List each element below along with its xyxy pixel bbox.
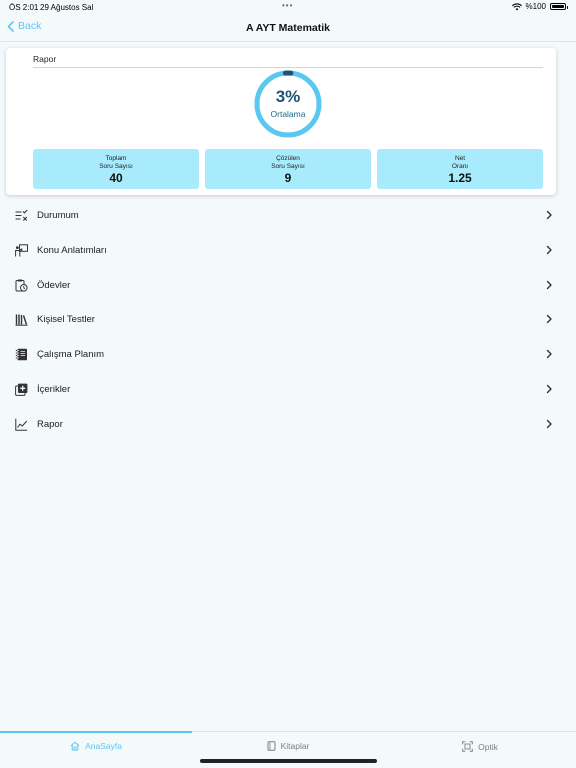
stat-value: 1.25 <box>448 171 472 185</box>
tab-label: Optik <box>478 741 498 752</box>
checklist-icon <box>15 209 28 221</box>
chevron-right-icon <box>546 315 552 324</box>
menu-item-kisisel-testler[interactable]: Kişisel Testler <box>0 302 576 337</box>
add-content-icon <box>15 383 28 396</box>
stat-label-line1: Net <box>454 155 466 162</box>
menu-label: Konu Anlatımları <box>37 244 107 256</box>
report-title: Rapor <box>33 54 57 64</box>
stat-label-line1: Toplam <box>105 155 127 162</box>
books-icon <box>15 314 28 327</box>
tab-label: AnaSayfa <box>85 741 122 751</box>
stat-label-line2: Soru Sayısı <box>99 163 133 170</box>
menu-label: Durumum <box>37 210 79 221</box>
report-card: Rapor 3% Ortalama Toplam Soru Sayısı 40 … <box>6 48 556 195</box>
wifi-icon <box>511 2 522 10</box>
menu-item-konu-anlatimlari[interactable]: Konu Anlatımları <box>0 233 576 268</box>
tab-label: Kitaplar <box>280 741 310 751</box>
scan-icon <box>462 741 473 752</box>
menu-item-calisma-planim[interactable]: Çalışma Planım <box>0 337 576 372</box>
status-bar: ÖS 2:01 29 Ağustos Sal ••• %100 <box>0 0 576 14</box>
stat-total-questions: Toplam Soru Sayısı 40 <box>33 149 199 189</box>
chevron-right-icon <box>546 419 552 428</box>
tab-optik[interactable]: Optik <box>384 741 576 752</box>
notebook-icon <box>15 348 27 361</box>
menu-item-rapor[interactable]: Rapor <box>0 407 576 442</box>
status-time: ÖS 2:01 <box>9 3 39 12</box>
status-date: 29 Ağustos Sal <box>40 3 94 12</box>
battery-percent: %100 <box>525 2 546 11</box>
tab-kitaplar[interactable]: Kitaplar <box>192 741 384 751</box>
status-indicators: %100 <box>511 2 568 11</box>
multitasking-dots-icon[interactable]: ••• <box>282 1 293 10</box>
menu-label: Çalışma Planım <box>37 349 105 361</box>
menu-label: İçerikler <box>37 383 71 395</box>
home-indicator <box>200 759 377 763</box>
book-icon <box>267 741 276 751</box>
nav-bar: Back A AYT Matematik <box>0 14 576 42</box>
menu-item-durumum[interactable]: Durumum <box>0 198 576 233</box>
average-label: Ortalama <box>270 109 306 119</box>
chevron-right-icon <box>546 349 552 359</box>
page-title: A AYT Matematik <box>245 22 331 34</box>
home-icon <box>70 741 80 751</box>
menu-item-odevler[interactable]: Ödevler <box>0 268 576 303</box>
stat-value: 40 <box>109 171 123 185</box>
menu-label: Ödevler <box>37 279 71 291</box>
menu-item-icerikler[interactable]: İçerikler <box>0 372 576 407</box>
line-chart-icon <box>15 418 28 431</box>
menu-label: Rapor <box>37 418 63 430</box>
chevron-right-icon <box>546 280 552 289</box>
average-ring: 3% Ortalama <box>253 69 323 139</box>
chevron-right-icon <box>546 245 552 254</box>
chevron-right-icon <box>546 384 552 394</box>
menu-label: Kişisel Testler <box>37 314 95 326</box>
chevron-right-icon <box>546 210 552 220</box>
stat-label-line2: Oranı <box>451 163 469 170</box>
stat-label-line2: Soru Sayısı <box>271 163 305 170</box>
presentation-icon <box>15 244 28 257</box>
battery-icon <box>550 3 568 10</box>
stat-net-ratio: Net Oranı 1.25 <box>377 149 543 189</box>
active-tab-indicator <box>0 731 192 733</box>
stat-solved-questions: Çözülen Soru Sayısı 9 <box>205 149 371 189</box>
menu-list: Durumum Konu Anlatımları Ödevler Kişisel… <box>0 198 576 442</box>
tab-anasayfa[interactable]: AnaSayfa <box>0 741 192 751</box>
homework-clock-icon <box>15 279 28 292</box>
stat-label-line1: Çözülen <box>276 155 300 162</box>
stat-value: 9 <box>284 171 292 185</box>
divider <box>33 67 543 68</box>
average-percent: 3% <box>275 87 301 106</box>
